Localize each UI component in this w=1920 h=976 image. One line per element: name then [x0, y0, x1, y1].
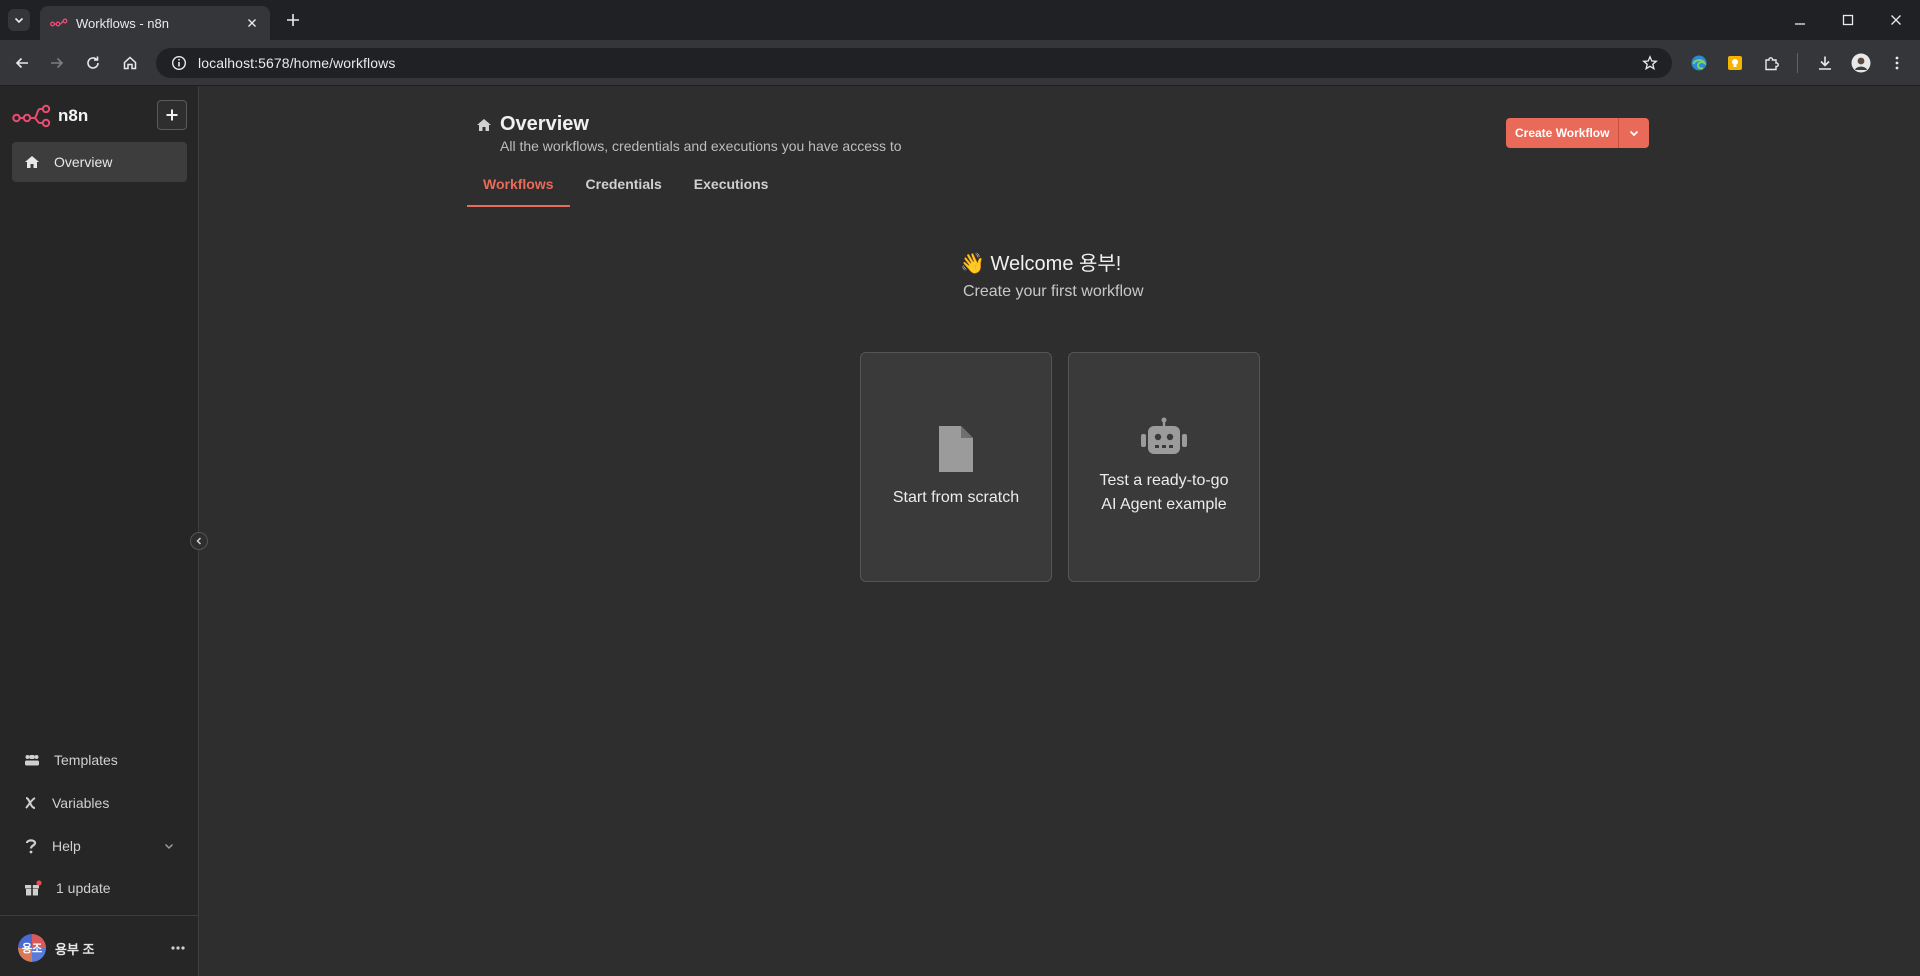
window-controls — [1776, 0, 1920, 40]
sidebar-item-label: Variables — [52, 795, 110, 811]
sidebar-divider — [0, 915, 199, 916]
minimize-button[interactable] — [1776, 0, 1824, 40]
create-dropdown-button[interactable] — [1619, 118, 1650, 148]
reload-icon — [87, 56, 99, 69]
plus-icon — [287, 14, 299, 26]
sidebar-item-variables[interactable]: Variables — [12, 785, 187, 821]
site-info-icon[interactable] — [164, 55, 194, 71]
address-bar[interactable]: localhost:5678/home/workflows — [156, 48, 1672, 78]
back-button[interactable] — [10, 51, 34, 75]
new-tab-button[interactable] — [282, 9, 304, 31]
plus-icon — [166, 109, 178, 121]
n8n-logo-icon — [12, 104, 51, 128]
chevron-down-icon — [164, 843, 174, 850]
collapse-sidebar-button[interactable] — [190, 532, 208, 550]
chevron-down-icon — [1630, 130, 1639, 137]
file-icon — [939, 426, 973, 472]
card-label: Test a ready-to-go AI Agent example — [1100, 469, 1229, 517]
gift-icon — [25, 880, 42, 896]
edge-extension-icon[interactable] — [1687, 51, 1711, 75]
close-icon — [1891, 15, 1901, 25]
minimize-icon — [1795, 23, 1805, 25]
brand-name: n8n — [58, 106, 89, 125]
variables-icon — [25, 797, 36, 809]
home-icon — [477, 119, 491, 131]
user-menu[interactable]: 용조 용부 조 — [18, 933, 188, 963]
n8n-app: n8n Overview Templates Variables Help 1 … — [0, 86, 1920, 976]
page-subtitle: All the workflows, credentials and execu… — [500, 138, 902, 154]
sidebar-item-label: Help — [52, 838, 81, 854]
bookmark-star-icon[interactable] — [1642, 55, 1658, 76]
home-button[interactable] — [118, 51, 142, 75]
forward-button[interactable] — [45, 51, 69, 75]
browser-tab[interactable]: Workflows - n8n — [40, 6, 270, 40]
profile-avatar-icon[interactable] — [1849, 51, 1873, 75]
page-title: Overview — [500, 113, 589, 135]
close-window-button[interactable] — [1872, 0, 1920, 40]
ai-agent-example-card[interactable]: Test a ready-to-go AI Agent example — [1068, 352, 1260, 582]
maximize-icon — [1842, 14, 1854, 26]
sidebar-item-overview[interactable]: Overview — [12, 142, 187, 182]
sidebar: n8n Overview Templates Variables Help 1 … — [0, 86, 199, 976]
arrow-left-icon — [15, 57, 28, 69]
reload-button[interactable] — [81, 51, 105, 75]
toolbar-separator — [1797, 53, 1798, 73]
chevron-left-icon — [196, 537, 202, 545]
tab-executions[interactable]: Executions — [678, 174, 785, 207]
sidebar-item-help[interactable]: Help — [12, 828, 187, 864]
templates-icon — [25, 755, 39, 766]
card-label: Start from scratch — [892, 489, 1020, 506]
more-options-icon[interactable] — [168, 938, 188, 958]
browser-menu-icon[interactable] — [1885, 51, 1909, 75]
tab-credentials[interactable]: Credentials — [570, 174, 678, 207]
sidebar-item-label: Overview — [54, 154, 113, 170]
close-tab-icon[interactable] — [244, 15, 260, 31]
page-header: Overview All the workflows, credentials … — [476, 112, 902, 154]
sidebar-item-updates[interactable]: 1 update — [12, 870, 187, 906]
extensions-puzzle-icon[interactable] — [1760, 51, 1784, 75]
n8n-logo[interactable]: n8n — [12, 104, 88, 128]
avatar: 용조 — [18, 934, 46, 962]
downloads-icon[interactable] — [1813, 51, 1837, 75]
tab-list-button[interactable] — [8, 9, 30, 31]
chevron-down-icon — [14, 17, 24, 24]
tab-workflows[interactable]: Workflows — [467, 174, 570, 207]
maximize-button[interactable] — [1824, 0, 1872, 40]
home-icon — [25, 156, 39, 168]
home-icon — [123, 56, 137, 70]
robot-icon — [1141, 417, 1187, 454]
sidebar-item-label: Templates — [54, 752, 118, 768]
help-icon — [25, 839, 37, 854]
sidebar-item-templates[interactable]: Templates — [12, 742, 187, 778]
welcome-subtitle: Create your first workflow — [963, 283, 1144, 300]
card-label-line: AI Agent example — [1101, 496, 1227, 513]
sidebar-item-label: 1 update — [56, 880, 111, 896]
keep-extension-icon[interactable] — [1723, 51, 1747, 75]
tab-title: Workflows - n8n — [76, 15, 169, 31]
card-label-line: Test a ready-to-go — [1099, 472, 1229, 489]
overview-tabs: Workflows Credentials Executions — [467, 174, 784, 207]
create-workflow-button[interactable]: Create Workflow — [1506, 118, 1620, 148]
welcome-title: 👋 Welcome 용부! — [960, 253, 1122, 275]
n8n-favicon-icon — [50, 18, 68, 27]
arrow-right-icon — [51, 57, 64, 69]
add-resource-button[interactable] — [157, 100, 187, 130]
user-name: 용부 조 — [55, 941, 95, 957]
browser-tab-strip: Workflows - n8n — [0, 0, 1920, 40]
url-text: localhost:5678/home/workflows — [198, 55, 396, 71]
start-from-scratch-card[interactable]: Start from scratch — [860, 352, 1052, 582]
create-workflow-button-group: Create Workflow — [1506, 118, 1650, 148]
